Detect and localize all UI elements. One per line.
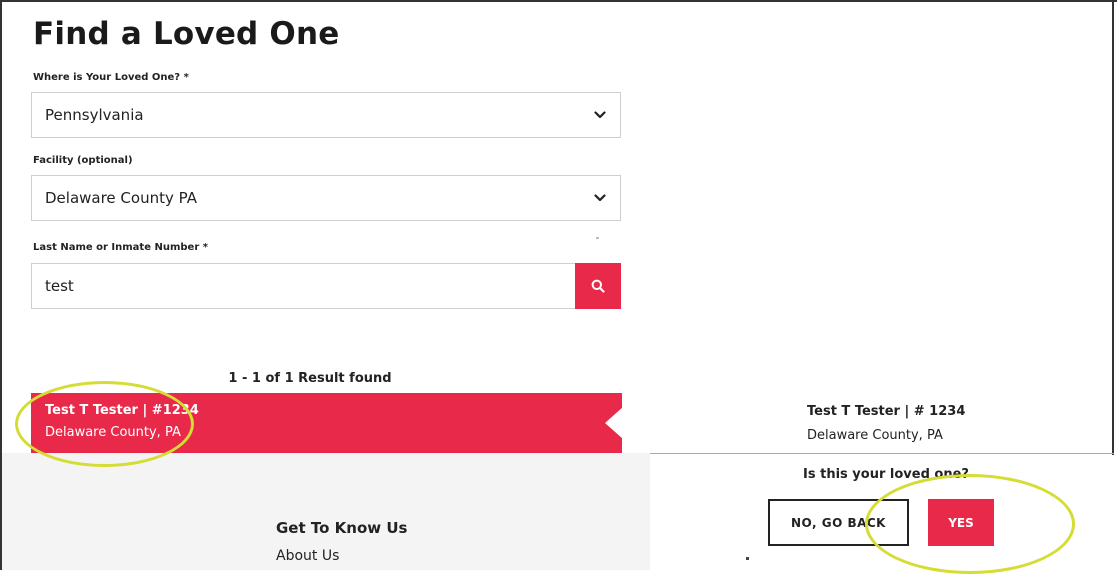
confirm-question: Is this your loved one?: [803, 467, 969, 482]
artifact: [596, 237, 599, 239]
go-back-button[interactable]: NO, GO BACK: [768, 499, 909, 546]
location-select-value: Pennsylvania: [45, 106, 144, 124]
confirm-location: Delaware County, PA: [807, 428, 943, 443]
search-input[interactable]: test: [45, 277, 575, 295]
result-name: Test T Tester | #1234: [45, 403, 199, 418]
divider: [1112, 0, 1114, 455]
facility-label: Facility (optional): [33, 155, 133, 166]
search-label: Last Name or Inmate Number *: [33, 242, 208, 253]
location-label: Where is Your Loved One? *: [33, 72, 189, 83]
chevron-down-icon: [580, 93, 620, 137]
artifact: [746, 557, 749, 560]
location-select[interactable]: Pennsylvania: [31, 92, 621, 138]
search-icon: [591, 279, 605, 293]
facility-select-value: Delaware County PA: [45, 189, 197, 207]
facility-select[interactable]: Delaware County PA: [31, 175, 621, 221]
result-location: Delaware County, PA: [45, 425, 181, 440]
confirm-divider: [650, 453, 1114, 454]
page-title: Find a Loved One: [33, 16, 340, 52]
confirm-name: Test T Tester | # 1234: [807, 404, 966, 419]
result-item[interactable]: Test T Tester | #1234 Delaware County, P…: [31, 393, 622, 453]
search-button[interactable]: [575, 263, 621, 309]
footer-heading: Get To Know Us: [276, 519, 408, 537]
footer-link-about[interactable]: About Us: [276, 548, 339, 564]
result-count: 1 - 1 of 1 Result found: [228, 371, 392, 386]
yes-button[interactable]: YES: [928, 499, 994, 546]
search-field: test: [31, 263, 621, 309]
chevron-down-icon: [580, 176, 620, 220]
result-notch: [605, 407, 622, 439]
